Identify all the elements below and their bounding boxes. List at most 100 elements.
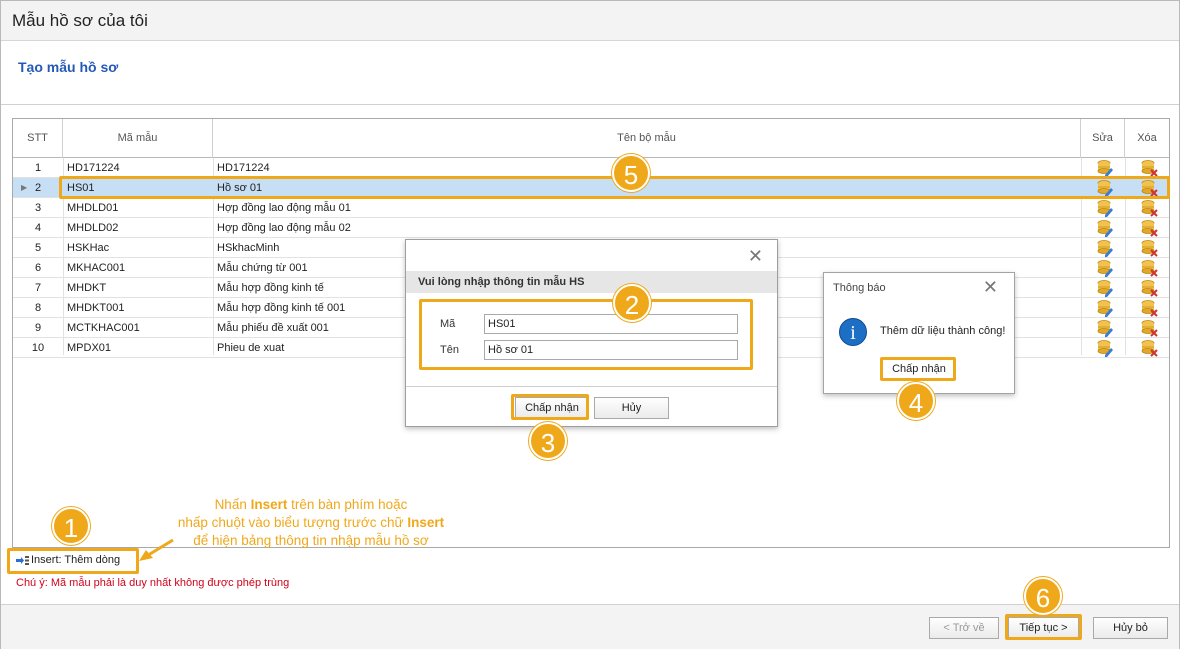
edit-icon[interactable]: [1096, 299, 1114, 317]
notification-title: Thông báo: [833, 282, 886, 294]
delete-cell[interactable]: [1137, 238, 1161, 258]
cell-ten-bo-mau[interactable]: Hợp đồng lao động mẫu 01: [215, 198, 1075, 218]
back-button[interactable]: < Trở về: [929, 617, 999, 639]
grid-header: STT Mã mẫu Tên bộ mẫu Sửa Xóa: [13, 119, 1169, 158]
edit-icon[interactable]: [1096, 259, 1114, 277]
next-highlight-frame: [1005, 614, 1082, 640]
footer-bar: < Trở về Tiếp tục > Hủy bỏ: [1, 604, 1179, 649]
step-badge-2: 2: [613, 284, 651, 322]
dialog-header: Vui lòng nhập thông tin mẫu HS: [406, 271, 777, 293]
divider: [1, 104, 1179, 105]
edit-cell[interactable]: [1093, 318, 1117, 338]
cell-stt: 6: [34, 262, 42, 274]
delete-icon[interactable]: [1140, 159, 1158, 177]
edit-icon[interactable]: [1096, 219, 1114, 237]
cell-ma-mau[interactable]: MHDKT: [65, 278, 213, 298]
delete-cell[interactable]: [1137, 218, 1161, 238]
cell-stt: 3: [34, 202, 42, 214]
edit-cell[interactable]: [1093, 198, 1117, 218]
cell-ma-mau[interactable]: MCTKHAC001: [65, 318, 213, 338]
edit-icon[interactable]: [1096, 339, 1114, 357]
delete-cell[interactable]: [1137, 158, 1161, 178]
edit-cell[interactable]: [1093, 338, 1117, 358]
page-subtitle: Tạo mẫu hồ sơ: [18, 59, 119, 75]
delete-cell[interactable]: [1137, 298, 1161, 318]
edit-cell[interactable]: [1093, 158, 1117, 178]
callout-text: để hiện bảng thông tin nhập mẫu hồ sơ: [193, 533, 429, 548]
step-badge-5: 5: [612, 154, 650, 192]
callout-text: trên bàn phím hoặc: [287, 497, 408, 512]
cell-stt: 4: [34, 222, 42, 234]
cell-stt: 10: [31, 342, 45, 354]
cell-stt: 5: [34, 242, 42, 254]
delete-icon[interactable]: [1140, 259, 1158, 277]
step-badge-6: 6: [1024, 577, 1062, 615]
header-ma-mau[interactable]: Mã mẫu: [63, 119, 213, 158]
delete-icon[interactable]: [1140, 279, 1158, 297]
window-title: Mẫu hồ sơ của tôi: [12, 11, 148, 30]
delete-icon[interactable]: [1140, 319, 1158, 337]
delete-cell[interactable]: [1137, 278, 1161, 298]
delete-cell[interactable]: [1137, 258, 1161, 278]
instruction-callout: Nhấn Insert trên bàn phím hoặc nhấp chuộ…: [161, 496, 461, 550]
edit-icon[interactable]: [1096, 159, 1114, 177]
table-row[interactable]: 3 MHDLD01 Hợp đồng lao động mẫu 01: [13, 198, 1169, 218]
table-row[interactable]: 1 HD171224 HD171224: [13, 158, 1169, 178]
cancel-all-button[interactable]: Hủy bỏ: [1093, 617, 1168, 639]
insert-highlight-frame: [7, 548, 139, 574]
close-icon[interactable]: ✕: [983, 277, 998, 298]
delete-cell[interactable]: [1137, 338, 1161, 358]
step-badge-3: 3: [529, 422, 567, 460]
cell-stt: 1: [34, 162, 42, 174]
callout-key: Insert: [407, 515, 445, 530]
delete-icon[interactable]: [1140, 219, 1158, 237]
edit-icon[interactable]: [1096, 239, 1114, 257]
info-icon: i: [839, 318, 867, 346]
fields-highlight-frame: [419, 299, 753, 370]
cell-stt: 8: [34, 302, 42, 314]
dialog-divider: [406, 386, 777, 387]
cell-ten-bo-mau[interactable]: Hợp đồng lao động mẫu 02: [215, 218, 1075, 238]
step-badge-1: 1: [52, 507, 90, 545]
cell-stt: 2: [34, 182, 42, 194]
table-row[interactable]: 4 MHDLD02 Hợp đồng lao động mẫu 02: [13, 218, 1169, 238]
edit-cell[interactable]: [1093, 218, 1117, 238]
cell-ma-mau[interactable]: HSKHac: [65, 238, 213, 258]
notify-accept-highlight-frame: [880, 357, 956, 381]
cancel-button[interactable]: Hủy: [594, 397, 669, 419]
delete-icon[interactable]: [1140, 299, 1158, 317]
close-icon[interactable]: ✕: [748, 246, 763, 267]
callout-text: Nhấn: [214, 497, 251, 512]
cell-ma-mau[interactable]: MKHAC001: [65, 258, 213, 278]
edit-cell[interactable]: [1093, 278, 1117, 298]
delete-icon[interactable]: [1140, 199, 1158, 217]
header-sua: Sửa: [1081, 119, 1125, 158]
step-badge-4: 4: [897, 382, 935, 420]
notification-message: Thêm dữ liệu thành công!: [880, 325, 1006, 337]
cell-stt: 7: [34, 282, 42, 294]
edit-icon[interactable]: [1096, 319, 1114, 337]
cell-ma-mau[interactable]: HD171224: [65, 158, 213, 178]
cell-stt: 9: [34, 322, 42, 334]
title-bar: Mẫu hồ sơ của tôi: [1, 1, 1179, 41]
cell-ma-mau[interactable]: MHDLD01: [65, 198, 213, 218]
delete-cell[interactable]: [1137, 198, 1161, 218]
cell-ma-mau[interactable]: MHDKT001: [65, 298, 213, 318]
header-stt[interactable]: STT: [13, 119, 63, 158]
header-ten-bo-mau[interactable]: Tên bộ mẫu: [213, 119, 1081, 158]
callout-key: Insert: [250, 497, 288, 512]
delete-icon[interactable]: [1140, 339, 1158, 357]
delete-icon[interactable]: [1140, 239, 1158, 257]
main-window: Mẫu hồ sơ của tôi Tạo mẫu hồ sơ STT Mã m…: [0, 0, 1180, 649]
callout-text: nhấp chuột vào biểu tượng trước chữ: [177, 515, 408, 530]
header-xoa: Xóa: [1137, 132, 1157, 144]
edit-icon[interactable]: [1096, 199, 1114, 217]
uniqueness-note: Chú ý: Mã mẫu phải là duy nhất không đượ…: [16, 577, 290, 589]
cell-ma-mau[interactable]: MPDX01: [65, 338, 213, 358]
delete-cell[interactable]: [1137, 318, 1161, 338]
edit-cell[interactable]: [1093, 298, 1117, 318]
edit-icon[interactable]: [1096, 279, 1114, 297]
edit-cell[interactable]: [1093, 258, 1117, 278]
cell-ma-mau[interactable]: MHDLD02: [65, 218, 213, 238]
edit-cell[interactable]: [1093, 238, 1117, 258]
